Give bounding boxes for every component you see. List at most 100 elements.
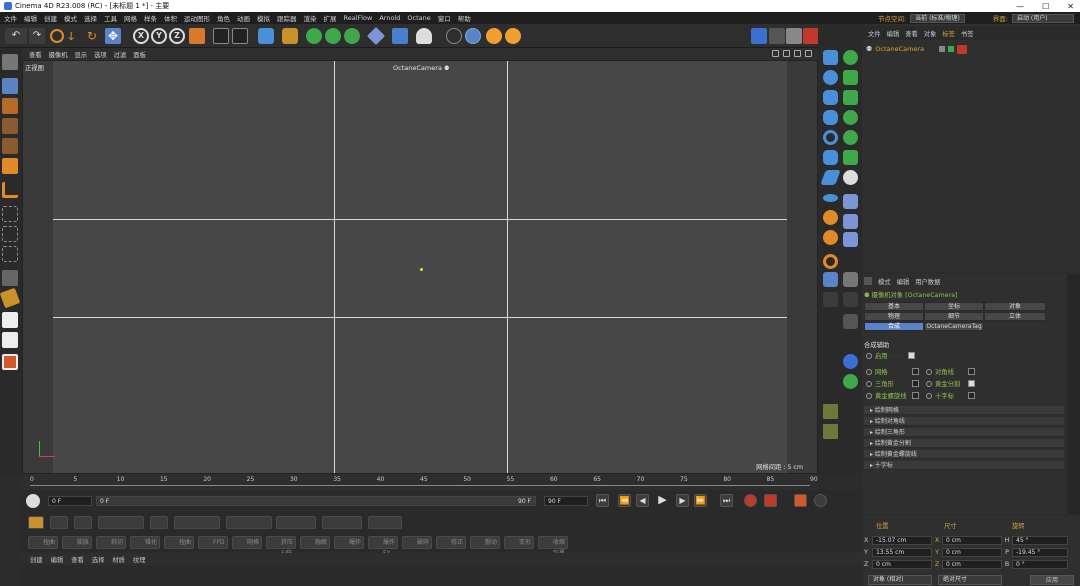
extrude-tools[interactable] (98, 516, 144, 529)
deformer-explosionfx[interactable]: 爆炸FX (368, 536, 398, 557)
range-slider[interactable]: 0 F 90 F (96, 496, 536, 506)
light-icon[interactable] (486, 28, 502, 44)
cloner-icon[interactable] (325, 28, 341, 44)
octane-camera-tag-badge-icon[interactable] (957, 44, 968, 54)
menu-simulate[interactable]: 模拟 (257, 13, 270, 23)
octane-light-tag-icon[interactable] (823, 292, 838, 307)
menu-tracker[interactable]: 跟踪器 (277, 13, 297, 23)
menu-octane[interactable]: Octane (407, 14, 430, 22)
move-tool-icon[interactable]: ✥ (105, 28, 121, 44)
enable-radio[interactable] (866, 352, 872, 359)
lasso-icon[interactable]: ↆ (68, 28, 84, 44)
menu-animate[interactable]: 动画 (237, 13, 250, 23)
deformer-jiggle[interactable]: 颤动 (470, 536, 500, 549)
pan-icon[interactable] (772, 50, 779, 57)
size-y-field[interactable]: 0 cm (942, 548, 1002, 557)
menu-edit[interactable]: 编辑 (24, 13, 37, 23)
bevel-icon[interactable] (150, 516, 168, 529)
coordinate-system-icon[interactable] (189, 28, 205, 44)
paint-tool-icon[interactable] (2, 312, 18, 328)
octane-camera-tag-icon[interactable] (823, 272, 838, 287)
crosshair-checkbox[interactable] (968, 392, 975, 399)
auto-key-icon[interactable] (764, 494, 777, 507)
menu-tools[interactable]: 工具 (104, 13, 117, 23)
om-menu-view[interactable]: 查看 (905, 29, 918, 38)
tab-details[interactable]: 细节 (924, 312, 984, 321)
menu-create[interactable]: 创建 (44, 13, 57, 23)
z-axis-icon[interactable]: Z (169, 28, 185, 44)
enable-checkbox[interactable] (907, 352, 915, 359)
octane-render-tag-icon[interactable] (843, 292, 858, 307)
size-z-field[interactable]: 0 cm (942, 560, 1002, 569)
apply-button[interactable]: 应用 (1030, 575, 1074, 585)
sculpt-brush-icon[interactable] (50, 516, 68, 529)
octane-torus-icon[interactable] (823, 130, 838, 145)
environment-icon[interactable] (392, 28, 408, 44)
tab-octane-camera-tag[interactable]: OctaneCameraTag (924, 322, 984, 331)
size-mode-dropdown[interactable]: 绝对尺寸 (938, 575, 1002, 585)
am-menu-userdata[interactable]: 用户数据 (915, 277, 940, 286)
texture-mode-icon[interactable] (2, 98, 18, 114)
am-menu-edit[interactable]: 编辑 (897, 277, 910, 286)
om-menu-tags[interactable]: 标签 (942, 29, 955, 38)
zoom-icon[interactable] (783, 50, 790, 57)
octane-cylinder-icon[interactable] (823, 90, 838, 105)
menu-mesh[interactable]: 网格 (124, 13, 137, 23)
grid-checkbox[interactable] (912, 368, 919, 375)
prev-key-icon[interactable]: ⏪ (618, 494, 631, 507)
menu-character[interactable]: 角色 (217, 13, 230, 23)
menu-realflow[interactable]: RealFlow (344, 14, 373, 22)
menu-volume[interactable]: 体积 (164, 13, 177, 23)
golden-section-radio[interactable] (926, 380, 932, 387)
collapse-crosshair[interactable]: ▸ 十字标 (864, 461, 1064, 470)
orbit-icon[interactable] (794, 50, 801, 57)
deformer-bulge[interactable]: 膨胀 (62, 536, 92, 549)
quantize-icon[interactable] (2, 270, 18, 286)
octane-stop-icon[interactable] (803, 28, 819, 44)
tab-stereo[interactable]: 立体 (984, 312, 1046, 321)
om-menu-objects[interactable]: 对象 (924, 29, 937, 38)
vp-menu-filter[interactable]: 过滤 (114, 50, 127, 59)
octane-plane-icon[interactable] (820, 170, 841, 185)
key-mode-icon[interactable] (814, 494, 827, 507)
crosshair-radio[interactable] (926, 392, 932, 399)
menu-extensions[interactable]: 扩展 (324, 13, 337, 23)
menu-file[interactable]: 文件 (4, 13, 17, 23)
mat-menu-texture[interactable]: 纹理 (133, 555, 146, 564)
make-editable-icon[interactable] (2, 54, 18, 70)
deformer-twist[interactable]: 扭曲 (28, 536, 58, 549)
auto-key-gear-icon[interactable] (26, 494, 40, 508)
octane-scatter-icon[interactable] (823, 210, 838, 225)
octane-loft-icon[interactable] (843, 110, 858, 125)
golden-section-checkbox[interactable] (968, 380, 975, 387)
next-key-icon[interactable]: ⏩ (694, 494, 707, 507)
camera-icon[interactable] (416, 28, 432, 44)
octane-symmetry-icon[interactable] (843, 170, 858, 185)
brush-tool-icon[interactable] (0, 287, 21, 309)
loop-cut-tools[interactable] (174, 516, 220, 529)
octane-volume-icon[interactable] (843, 194, 858, 209)
menu-select[interactable]: 选择 (84, 13, 97, 23)
render-picture-viewer-icon[interactable] (232, 28, 248, 44)
grid-radio[interactable] (866, 368, 872, 375)
octane-capsule-icon[interactable] (823, 110, 838, 125)
end-frame-field[interactable]: 90 F (544, 496, 588, 506)
enable-check-icon[interactable] (948, 46, 955, 52)
object-name[interactable]: OctaneCamera (875, 45, 924, 53)
golden-spiral-checkbox[interactable] (912, 392, 919, 399)
deformer-correction[interactable]: 修正 (436, 536, 466, 549)
collapse-draw-golden[interactable]: ▸ 绘制黄金分割 (864, 439, 1064, 448)
play-icon[interactable]: ▶ (656, 494, 669, 507)
weld-tools[interactable] (226, 516, 272, 529)
tab-object[interactable]: 对象 (984, 302, 1046, 311)
octane-texture-icon[interactable] (823, 404, 838, 419)
deformer-melt[interactable]: 融解 (300, 536, 330, 549)
deformer-icon[interactable] (344, 28, 360, 44)
tab-basic[interactable]: 基本 (864, 302, 924, 311)
octane-vdb-icon[interactable] (843, 214, 858, 229)
mirror-tools[interactable] (368, 516, 402, 529)
octane-magnet-icon[interactable] (823, 254, 838, 269)
triangle-radio[interactable] (866, 380, 872, 387)
octane-sync-icon[interactable] (843, 374, 858, 389)
deformer-explosion[interactable]: 爆炸 (334, 536, 364, 549)
